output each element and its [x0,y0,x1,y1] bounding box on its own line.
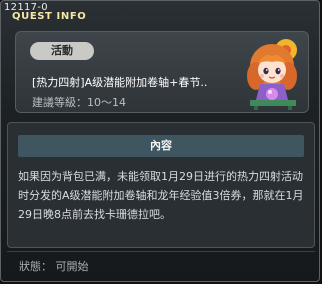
quest-status: 狀態： 可開始 [19,260,89,273]
quest-content-panel: 內容 如果因为背包已满，未能领取1月29日进行的热力四射活动时分发的A级潜能附加… [7,122,315,248]
quest-description: 如果因为背包已满，未能领取1月29日进行的热力四射活动时分发的A级潜能附加卷轴和… [18,170,304,221]
npc-girl-portrait-icon [247,39,297,110]
content-section-header: 內容 [18,135,304,157]
quest-name: [热力四射]A级潜能附加卷轴+春节.. [32,76,208,89]
quest-category-tag: 活動 [30,42,94,60]
status-divider [7,251,315,252]
quest-info-window: 12117-0 QUEST INFO 活動 [热力四射]A级潜能附加卷轴+春节.… [0,0,320,282]
window-title: QUEST INFO [12,11,87,22]
quest-summary-card: 活動 [热力四射]A级潜能附加卷轴+春节.. 建議等級：10～14 [15,31,309,113]
recommended-level: 建議等級：10～14 [32,96,126,109]
